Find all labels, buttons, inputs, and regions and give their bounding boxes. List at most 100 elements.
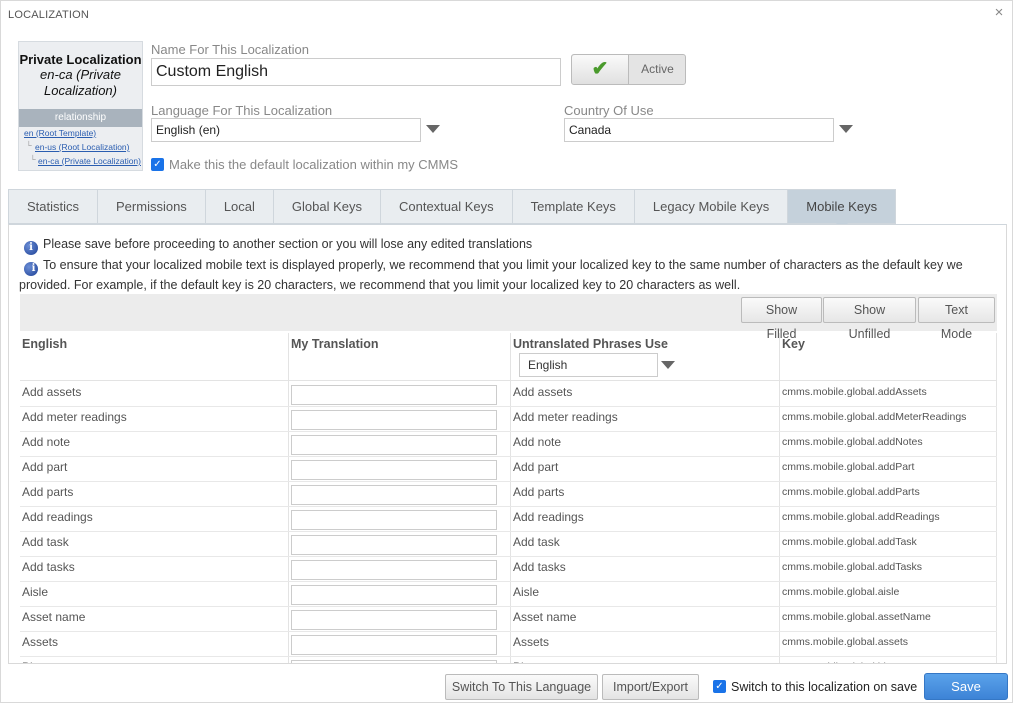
untranslated-dropdown-icon[interactable]	[661, 361, 675, 369]
tab-template-keys[interactable]: Template Keys	[511, 189, 634, 224]
key-cell: cmms.mobile.global.aisle	[782, 586, 900, 598]
default-localization-checkbox[interactable]: ✓	[151, 158, 164, 171]
translation-input[interactable]	[291, 610, 497, 630]
checkmark-icon[interactable]: ✔	[572, 55, 629, 84]
english-cell: Add readings	[22, 510, 93, 524]
column-header-english: English	[22, 337, 68, 351]
untranslated-cell: Add task	[513, 535, 560, 549]
length-notice: i To ensure that your localized mobile te…	[19, 256, 999, 294]
text-mode-button[interactable]: Text Mode	[918, 297, 995, 341]
save-button[interactable]: Save	[924, 673, 1008, 700]
key-cell: cmms.mobile.global.addAssets	[782, 386, 927, 398]
info-icon: i	[24, 262, 38, 276]
table-row: Assets Assets cmms.mobile.global.assets	[20, 632, 997, 657]
translation-input[interactable]	[291, 460, 497, 480]
tab-local[interactable]: Local	[204, 189, 273, 224]
table-row: Add meter readings Add meter readings cmms…	[20, 407, 997, 432]
switch-on-save-checkbox[interactable]: ✓	[713, 680, 726, 693]
english-cell: Add assets	[22, 385, 82, 399]
translation-input[interactable]	[291, 660, 497, 663]
english-cell: Add meter readings	[22, 410, 127, 424]
english-cell: Add parts	[22, 485, 74, 499]
translation-input[interactable]	[291, 560, 497, 580]
translation-input[interactable]	[291, 535, 497, 555]
active-label: Active	[641, 62, 674, 76]
show-unfilled-button[interactable]: Show Unfilled	[823, 297, 916, 341]
length-notice-text: To ensure that your localized mobile tex…	[19, 258, 963, 292]
relationship-panel: Private Localization en-ca (Private Loca…	[18, 41, 143, 171]
translation-input[interactable]	[291, 435, 497, 455]
tree-connector-icon: └	[30, 155, 36, 164]
relationship-link-root-template[interactable]: en (Root Template)	[24, 128, 96, 138]
name-input[interactable]	[151, 58, 561, 86]
untranslated-cell: Add assets	[513, 385, 573, 399]
tree-connector-icon: └	[26, 141, 32, 150]
language-label: Language For This Localization	[151, 103, 333, 118]
untranslated-cell: Asset name	[513, 610, 577, 624]
language-dropdown-icon[interactable]	[426, 125, 440, 133]
close-icon[interactable]: ×	[991, 5, 1007, 21]
translation-input[interactable]	[291, 410, 497, 430]
mobile-keys-panel: i Please save before proceeding to anothe…	[8, 224, 1007, 664]
table-row: BinBincmms.mobile.global.bin	[20, 657, 997, 663]
localization-type: Private Localization	[19, 52, 142, 67]
key-cell: cmms.mobile.global.assetName	[782, 611, 931, 623]
show-filled-button[interactable]: Show Filled	[741, 297, 822, 341]
english-cell: Bin	[20, 657, 288, 663]
english-cell: Asset name	[22, 610, 86, 624]
table-row: Add parts Add parts cmms.mobile.global.add…	[20, 482, 997, 507]
translation-input[interactable]	[291, 485, 497, 505]
untranslated-cell: Add readings	[513, 510, 584, 524]
key-cell: cmms.mobile.global.assets	[782, 636, 909, 648]
untranslated-phrases-select[interactable]: English	[519, 353, 658, 377]
tab-mobile-keys[interactable]: Mobile Keys	[787, 189, 897, 230]
untranslated-cell: Aisle	[513, 585, 540, 599]
table-row: Add task Add task cmms.mobile.global.addTa…	[20, 532, 997, 557]
key-cell: cmms.mobile.global.addParts	[782, 486, 920, 498]
name-label: Name For This Localization	[151, 42, 309, 57]
tab-contextual-keys[interactable]: Contextual Keys	[379, 189, 512, 224]
translation-input[interactable]	[291, 585, 497, 605]
relationship-link-private-localization[interactable]: en-ca (Private Localization)	[38, 156, 141, 166]
country-dropdown-icon[interactable]	[839, 125, 853, 133]
english-cell: Assets	[22, 635, 59, 649]
translation-input[interactable]	[291, 510, 497, 530]
key-cell: cmms.mobile.global.addReadings	[782, 511, 940, 523]
translation-input[interactable]	[291, 385, 497, 405]
save-notice-text: Please save before proceeding to another…	[43, 237, 533, 251]
tab-statistics[interactable]: Statistics	[8, 189, 98, 224]
tab-global-keys[interactable]: Global Keys	[272, 189, 380, 224]
import-export-button[interactable]: Import/Export	[602, 674, 699, 700]
key-cell: cmms.mobile.global.addNotes	[782, 436, 923, 448]
key-cell: cmms.mobile.global.addPart	[782, 461, 915, 473]
relationship-header: relationship	[19, 109, 142, 127]
switch-to-language-button[interactable]: Switch To This Language	[445, 674, 598, 700]
relationship-link-root-localization[interactable]: en-us (Root Localization)	[35, 142, 130, 152]
column-header-translation: My Translation	[291, 337, 379, 351]
translation-input[interactable]	[291, 635, 497, 655]
tab-legacy-mobile-keys[interactable]: Legacy Mobile Keys	[633, 189, 788, 224]
table-row: Add note Add note cmms.mobile.global.addNo…	[20, 432, 997, 457]
english-cell: Add tasks	[22, 560, 75, 574]
untranslated-cell: Add meter readings	[513, 410, 618, 424]
country-select[interactable]: Canada	[564, 118, 834, 142]
tab-permissions[interactable]: Permissions	[97, 189, 205, 224]
active-toggle[interactable]: ✔ Active	[571, 54, 686, 85]
key-cell: cmms.mobile.global.addMeterReadings	[782, 411, 967, 423]
untranslated-cell: Assets	[513, 635, 550, 649]
save-notice: i Please save before proceeding to anothe…	[24, 235, 994, 255]
table-row: Add readings Add readings cmms.mobile.glob…	[20, 507, 997, 532]
table-row: Add part Add part cmms.mobile.global.addPa…	[20, 457, 997, 482]
dialog-title: LOCALIZATION	[8, 9, 90, 21]
english-cell: Add part	[22, 460, 68, 474]
key-cell: cmms.mobile.global.addTasks	[782, 561, 923, 573]
localization-code: en-ca (Private Localization)	[40, 67, 121, 98]
untranslated-cell: Add tasks	[513, 560, 566, 574]
column-header-key: Key	[782, 337, 805, 351]
untranslated-cell: Add part	[513, 460, 559, 474]
switch-on-save-label: Switch to this localization on save	[731, 680, 918, 694]
grid-toolbar: Show Filled Show Unfilled Text Mode	[20, 294, 997, 341]
language-select[interactable]: English (en)	[151, 118, 421, 142]
key-cell: cmms.mobile.global.addTask	[782, 536, 917, 548]
key-cell: cmms.mobile.global.bin	[780, 657, 997, 663]
